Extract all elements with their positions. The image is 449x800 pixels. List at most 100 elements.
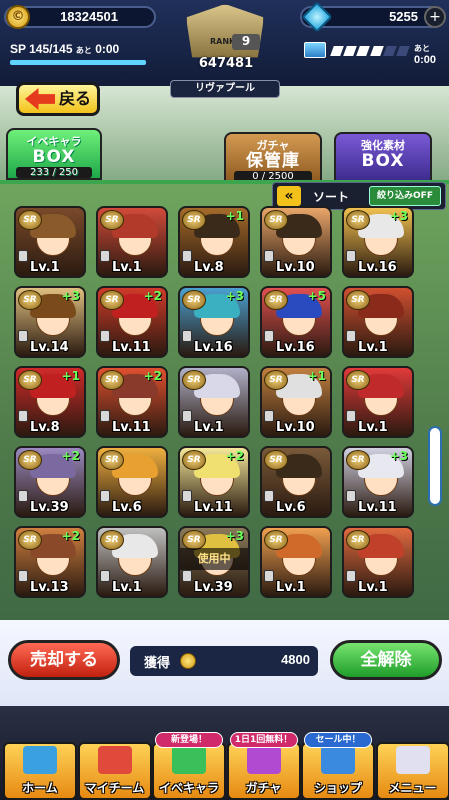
lock-icon (264, 490, 274, 502)
scrollbar[interactable] (428, 426, 442, 506)
lock-icon (18, 570, 28, 582)
character-card[interactable]: SR +1 Lv.10 (260, 366, 332, 438)
character-card[interactable]: SR Lv.1 (260, 526, 332, 598)
character-card[interactable]: SR +1 Lv.8 (178, 206, 250, 278)
event-chara-icon (172, 746, 206, 774)
nav-promo-badge: 新登場！ (155, 732, 223, 748)
filter-button[interactable]: 絞り込みOFF (369, 186, 441, 206)
clear-all-button[interactable]: 全解除 (330, 640, 442, 680)
sp-bar (10, 60, 146, 65)
character-card[interactable]: SR +3 使用中 Lv.39 (178, 526, 250, 598)
sell-button[interactable]: 売却する (8, 640, 120, 680)
stamina-segment (356, 46, 371, 56)
coin-icon: © (6, 5, 30, 29)
nav-gacha[interactable]: ガチャ (226, 742, 301, 800)
lock-icon (100, 570, 110, 582)
tab-event-chara-count: 233 / 250 (16, 167, 92, 178)
nav-home[interactable]: ホーム (3, 742, 77, 800)
character-card[interactable]: SR +3 Lv.16 (342, 206, 414, 278)
character-card[interactable]: SR +2 Lv.13 (14, 526, 86, 598)
lock-icon (264, 250, 274, 262)
character-card[interactable]: SR +2 Lv.39 (14, 446, 86, 518)
lock-icon (182, 570, 192, 582)
character-card[interactable]: SR +1 Lv.8 (14, 366, 86, 438)
nav-menu[interactable]: メニュー (375, 742, 449, 800)
sort-toggle-button[interactable]: « (277, 186, 301, 206)
awakening-plus: +1 (61, 369, 80, 383)
character-card[interactable]: SR Lv.6 (260, 446, 332, 518)
rarity-badge: SR (100, 450, 124, 470)
coin-value: 18324501 (60, 9, 118, 24)
nav-team[interactable]: マイチーム (77, 742, 152, 800)
stamina-timer: あと 0:00 (414, 42, 449, 66)
add-gems-button[interactable]: + (424, 6, 446, 28)
lock-icon (346, 330, 356, 342)
rarity-badge: SR (100, 290, 124, 310)
character-card[interactable]: SR +3 Lv.14 (14, 286, 86, 358)
coin-counter: © 18324501 (4, 5, 156, 29)
diamond-icon (301, 1, 333, 33)
tab-event-chara-box[interactable]: イベキャラ BOX 233 / 250 (6, 128, 102, 180)
character-card[interactable]: SR +2 Lv.11 (96, 366, 168, 438)
back-button-label: 戻る (59, 89, 92, 108)
sort-button[interactable]: ソート (313, 188, 349, 205)
character-card[interactable]: SR Lv.1 (342, 526, 414, 598)
character-card[interactable]: SR +2 Lv.11 (96, 286, 168, 358)
team-icon (97, 746, 132, 774)
nav-label: ガチャ (245, 781, 282, 795)
awakening-plus: +2 (225, 449, 244, 463)
character-card[interactable]: SR +2 Lv.11 (178, 446, 250, 518)
character-card[interactable]: SR Lv.10 (260, 206, 332, 278)
stamina-segment (369, 46, 384, 56)
nav-promo-badge: セール中！ (304, 732, 372, 748)
card-level: Lv.8 (194, 260, 224, 275)
character-card[interactable]: SR Lv.1 (178, 366, 250, 438)
gain-label: 獲得 (144, 656, 171, 671)
awakening-plus: +1 (225, 209, 244, 223)
character-card[interactable]: SR Lv.1 (342, 286, 414, 358)
tab-material-box[interactable]: 強化素材 BOX (334, 132, 432, 184)
awakening-plus: +3 (389, 209, 408, 223)
character-card[interactable]: SR Lv.1 (96, 206, 168, 278)
awakening-plus: +3 (61, 289, 80, 303)
character-card[interactable]: SR +5 Lv.16 (260, 286, 332, 358)
character-card[interactable]: SR Lv.1 (96, 526, 168, 598)
tab-gacha-line2: 保管庫 (246, 151, 300, 171)
rarity-badge: SR (346, 370, 370, 390)
lock-icon (264, 330, 274, 342)
card-level: Lv.16 (358, 260, 397, 275)
lock-icon (182, 250, 192, 262)
rarity-badge: SR (264, 450, 288, 470)
back-button[interactable]: 戻る (16, 82, 100, 116)
card-level: Lv.11 (112, 420, 151, 435)
rarity-badge: SR (264, 210, 288, 230)
card-level: Lv.1 (194, 420, 224, 435)
rarity-badge: SR (18, 290, 42, 310)
character-card[interactable]: SR +3 Lv.11 (342, 446, 414, 518)
nav-shop[interactable]: ショップ (301, 742, 375, 800)
card-level: Lv.1 (30, 260, 60, 275)
rarity-badge: SR (346, 530, 370, 550)
gain-display: 獲得 4800 (130, 646, 318, 676)
sp-value: SP 145/145 (10, 42, 73, 56)
character-card[interactable]: SR +3 Lv.16 (178, 286, 250, 358)
nav-event-chara[interactable]: イベキャラ (152, 742, 226, 800)
card-level: Lv.11 (194, 500, 233, 515)
rarity-badge: SR (18, 530, 42, 550)
team-name: リヴァプール (170, 80, 280, 98)
character-card[interactable]: SR Lv.1 (342, 366, 414, 438)
gem-counter: 5255 + (300, 1, 446, 33)
rarity-badge: SR (18, 450, 42, 470)
rarity-badge: SR (182, 290, 206, 310)
card-level: Lv.1 (358, 580, 388, 595)
card-level: Lv.11 (358, 500, 397, 515)
card-level: Lv.13 (30, 580, 69, 595)
card-level: Lv.11 (112, 340, 151, 355)
card-level: Lv.8 (30, 420, 60, 435)
character-card[interactable]: SR Lv.1 (14, 206, 86, 278)
tab-gacha-storage[interactable]: ガチャ 保管庫 0 / 2500 (224, 132, 322, 184)
stamina-segment (396, 46, 410, 56)
gem-value: 5255 (389, 9, 418, 24)
character-card[interactable]: SR Lv.6 (96, 446, 168, 518)
lock-icon (100, 250, 110, 262)
